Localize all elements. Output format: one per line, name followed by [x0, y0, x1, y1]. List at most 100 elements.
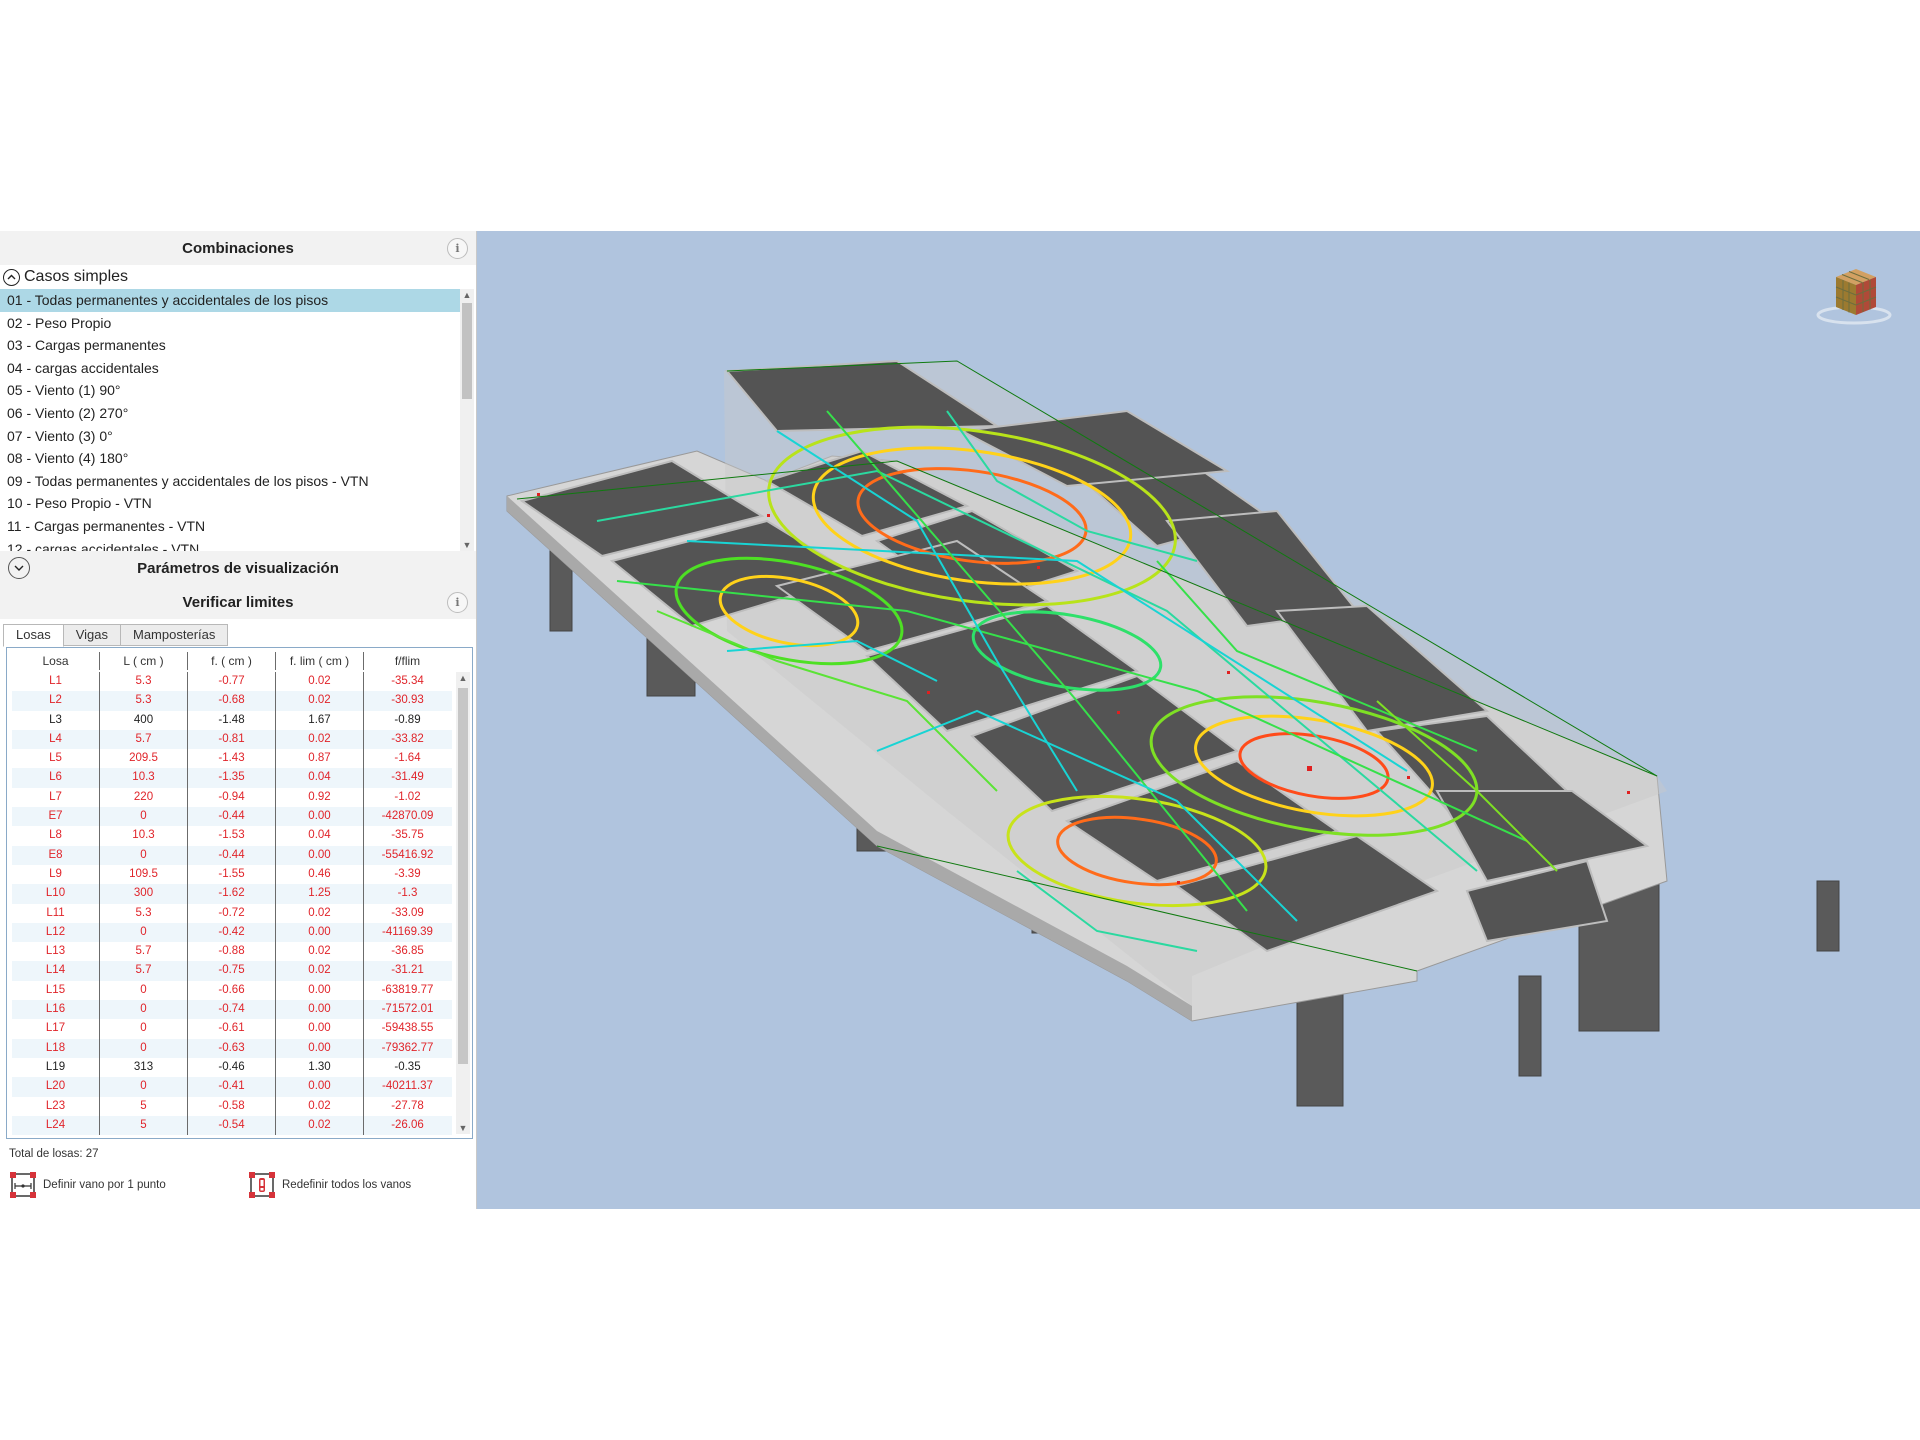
- case-item[interactable]: 05 - Viento (1) 90°: [0, 379, 460, 402]
- table-row[interactable]: L20 0 -0.41 0.00 -40211.37: [12, 1077, 452, 1097]
- table-row[interactable]: L2 5.3 -0.68 0.02 -30.93: [12, 691, 452, 711]
- chevron-down-icon[interactable]: [8, 557, 30, 579]
- cell-deflection: -0.66: [188, 980, 276, 1001]
- cell-limit: 0.00: [276, 1077, 364, 1097]
- cell-ratio: -1.64: [394, 752, 421, 765]
- column-header-flim[interactable]: f. lim ( cm ): [276, 652, 364, 670]
- tab-vigas[interactable]: Vigas: [62, 624, 121, 646]
- verificar-header: Verificar limites i: [0, 585, 476, 619]
- case-list-scrollbar[interactable]: ▲ ▼: [460, 289, 474, 551]
- case-item[interactable]: 09 - Todas permanentes y accidentales de…: [0, 470, 460, 493]
- scroll-up-icon[interactable]: ▲: [456, 672, 470, 684]
- case-item[interactable]: 08 - Viento (4) 180°: [0, 447, 460, 470]
- table-row[interactable]: L23 5 -0.58 0.02 -27.78: [12, 1096, 452, 1116]
- info-icon[interactable]: i: [447, 238, 468, 259]
- cell-length: 209.5: [100, 749, 188, 769]
- cell-limit: 1.30: [276, 1057, 364, 1078]
- column-header-ratio[interactable]: f/flim: [364, 652, 451, 670]
- case-item[interactable]: 07 - Viento (3) 0°: [0, 425, 460, 448]
- table-row[interactable]: L17 0 -0.61 0.00 -59438.55: [12, 1019, 452, 1039]
- cell-deflection: -0.41: [188, 1077, 276, 1097]
- table-row[interactable]: L11 5.3 -0.72 0.02 -33.09: [12, 903, 452, 923]
- table-scrollbar[interactable]: ▲ ▼: [456, 672, 470, 1134]
- table-row[interactable]: L18 0 -0.63 0.00 -79362.77: [12, 1038, 452, 1058]
- table-row[interactable]: L14 5.7 -0.75 0.02 -31.21: [12, 961, 452, 981]
- cell-losa: L5: [12, 749, 100, 769]
- cell-length: 0: [100, 980, 188, 1001]
- column-header-l[interactable]: L ( cm ): [100, 652, 188, 670]
- cell-losa: L10: [12, 884, 100, 904]
- table-row[interactable]: L13 5.7 -0.88 0.02 -36.85: [12, 942, 452, 962]
- info-icon[interactable]: i: [447, 592, 468, 613]
- cell-deflection: -0.88: [188, 942, 276, 962]
- table-row[interactable]: E7 0 -0.44 0.00 -42870.09: [12, 807, 452, 827]
- application-window: Combinaciones i Casos simples 01 - Todas…: [0, 231, 1920, 1209]
- case-item[interactable]: 02 - Peso Propio: [0, 312, 460, 335]
- cell-deflection: -1.53: [188, 826, 276, 846]
- scroll-thumb[interactable]: [458, 688, 468, 1064]
- 3d-viewport[interactable]: [477, 231, 1920, 1209]
- table-row[interactable]: L1 5.3 -0.77 0.02 -35.34: [12, 672, 452, 692]
- case-item[interactable]: 01 - Todas permanentes y accidentales de…: [0, 289, 460, 312]
- cell-length: 400: [100, 710, 188, 730]
- parametros-header[interactable]: Parámetros de visualización: [0, 551, 476, 585]
- cell-ratio: -35.34: [391, 675, 424, 687]
- table-row[interactable]: L24 5 -0.54 0.02 -26.06: [12, 1115, 452, 1136]
- table-row[interactable]: L12 0 -0.42 0.00 -41169.39: [12, 922, 452, 943]
- table-row[interactable]: L3 400 -1.48 1.67 -0.89: [12, 710, 452, 730]
- combinaciones-title: Combinaciones: [182, 239, 294, 257]
- scroll-up-icon[interactable]: ▲: [460, 289, 474, 301]
- table-row[interactable]: L6 10.3 -1.35 0.04 -31.49: [12, 768, 452, 788]
- cell-limit: 0.02: [276, 903, 364, 923]
- cell-losa: L17: [12, 1019, 100, 1039]
- cell-length: 5.3: [100, 903, 188, 923]
- table-row[interactable]: L19 313 -0.46 1.30 -0.35: [12, 1057, 452, 1078]
- cell-deflection: -1.48: [188, 710, 276, 730]
- chevron-up-icon[interactable]: [3, 268, 20, 286]
- define-span-label: Definir vano por 1 punto: [43, 1179, 166, 1191]
- table-row[interactable]: L4 5.7 -0.81 0.02 -33.82: [12, 729, 452, 750]
- structure-model-view[interactable]: [477, 231, 1920, 1209]
- scroll-thumb[interactable]: [462, 303, 472, 399]
- table-row[interactable]: L7 220 -0.94 0.92 -1.02: [12, 787, 452, 808]
- cell-ratio: -79362.77: [381, 1041, 434, 1054]
- table-row[interactable]: L8 10.3 -1.53 0.04 -35.75: [12, 826, 452, 846]
- redefine-spans-button[interactable]: Redefinir todos los vanos: [248, 1171, 411, 1199]
- cell-length: 5.7: [100, 961, 188, 981]
- case-item[interactable]: 04 - cargas accidentales: [0, 357, 460, 380]
- tab-losas[interactable]: Losas: [3, 624, 64, 647]
- cell-losa: L7: [12, 787, 100, 808]
- define-span-button[interactable]: Definir vano por 1 punto: [9, 1171, 166, 1199]
- case-item[interactable]: 11 - Cargas permanentes - VTN: [0, 515, 460, 538]
- column-header-f[interactable]: f. ( cm ): [188, 652, 276, 670]
- cell-limit: 0.04: [276, 768, 364, 788]
- table-row[interactable]: L10 300 -1.62 1.25 -1.3: [12, 884, 452, 904]
- casos-simples-group[interactable]: Casos simples: [0, 266, 128, 288]
- scroll-down-icon[interactable]: ▼: [456, 1122, 470, 1134]
- view-cube-icon[interactable]: [1814, 259, 1894, 329]
- cell-losa: L12: [12, 922, 100, 943]
- cell-losa: L19: [12, 1057, 100, 1078]
- scroll-down-icon[interactable]: ▼: [460, 539, 474, 551]
- case-item[interactable]: 03 - Cargas permanentes: [0, 334, 460, 357]
- cell-deflection: -0.58: [188, 1096, 276, 1116]
- case-item[interactable]: 10 - Peso Propio - VTN: [0, 492, 460, 515]
- table-row[interactable]: L15 0 -0.66 0.00 -63819.77: [12, 980, 452, 1001]
- case-item[interactable]: 06 - Viento (2) 270°: [0, 402, 460, 425]
- column-header-losa[interactable]: Losa: [12, 652, 100, 670]
- cell-length: 5.3: [100, 672, 188, 692]
- cell-length: 5: [100, 1115, 188, 1136]
- cell-limit: 0.02: [276, 691, 364, 711]
- redefine-spans-icon: [249, 1172, 275, 1198]
- cell-losa: L14: [12, 961, 100, 981]
- table-row[interactable]: L16 0 -0.74 0.00 -71572.01: [12, 1000, 452, 1020]
- table-row[interactable]: L9 109.5 -1.55 0.46 -3.39: [12, 864, 452, 885]
- cell-length: 0: [100, 1019, 188, 1039]
- tab-mamposterias[interactable]: Mamposterías: [120, 624, 229, 646]
- cell-deflection: -1.35: [188, 768, 276, 788]
- table-row[interactable]: E8 0 -0.44 0.00 -55416.92: [12, 845, 452, 865]
- cell-deflection: -0.63: [188, 1038, 276, 1058]
- parametros-title: Parámetros de visualización: [137, 559, 339, 577]
- table-row[interactable]: L5 209.5 -1.43 0.87 -1.64: [12, 749, 452, 769]
- case-item[interactable]: 12 - cargas accidentales - VTN: [0, 538, 460, 551]
